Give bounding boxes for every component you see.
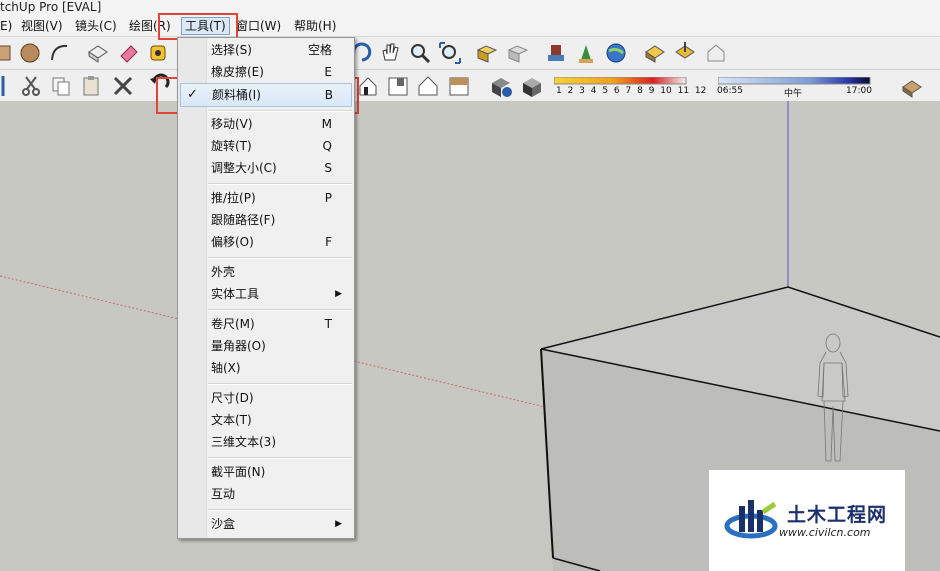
zoom-extents-icon[interactable]: [437, 40, 463, 66]
share-model-icon[interactable]: [505, 40, 531, 66]
submenu-arrow-icon: ▶: [335, 289, 342, 299]
zoom-icon[interactable]: [407, 40, 433, 66]
components-icon[interactable]: [543, 40, 569, 66]
menu-item-axes[interactable]: 轴(X): [208, 357, 352, 379]
menu-separator: [208, 309, 352, 311]
menu-item-push-pull[interactable]: 推/拉(P) P: [208, 187, 352, 209]
earth-icon[interactable]: [603, 40, 629, 66]
menu-item-scale[interactable]: 调整大小(C) S: [208, 157, 352, 179]
arc-tool-button[interactable]: [47, 40, 73, 66]
title-bar: tchUp Pro [EVAL]: [0, 0, 940, 16]
delete-icon[interactable]: [110, 73, 136, 99]
menu-separator: [208, 383, 352, 385]
watermark-logo: 土木工程网 www.civilcn.com: [709, 470, 905, 571]
menu-item-paint-bucket[interactable]: ✓ 颜料桶(I) B: [180, 83, 352, 107]
window-title: tchUp Pro [EVAL]: [0, 0, 102, 14]
menu-item-dimensions[interactable]: 尺寸(D): [208, 387, 352, 409]
menu-item-tape-measure[interactable]: 卷尺(M) T: [208, 313, 352, 335]
time-slider[interactable]: 06:55 中午 17:00: [717, 74, 874, 99]
checkmark-icon: ✓: [187, 87, 198, 102]
submenu-arrow-icon: ▶: [335, 519, 342, 529]
menu-separator: [208, 257, 352, 259]
make-component-button[interactable]: [85, 40, 111, 66]
eraser-icon[interactable]: [115, 40, 141, 66]
menu-item-interact[interactable]: 互动: [208, 483, 352, 505]
view-back-icon[interactable]: [415, 73, 441, 99]
copy-icon[interactable]: [48, 73, 74, 99]
tools-menu-highlight: [158, 13, 238, 40]
cut-icon[interactable]: [18, 73, 44, 99]
menu-item-rotate[interactable]: 旋转(T) Q: [208, 135, 352, 157]
menu-item-move[interactable]: 移动(V) M: [208, 113, 352, 135]
menu-item-protractor[interactable]: 量角器(O): [208, 335, 352, 357]
menu-window[interactable]: 窗口(W): [236, 18, 281, 34]
get-models-icon[interactable]: [474, 40, 500, 66]
menu-item-select[interactable]: 选择(S) 空格: [208, 39, 352, 61]
menu-icon-strip: [178, 38, 207, 538]
menu-help[interactable]: 帮助(H): [294, 18, 336, 34]
menu-item-outer-shell[interactable]: 外壳: [208, 261, 352, 283]
menu-item-eraser[interactable]: 橡皮擦(E) E: [208, 61, 352, 83]
circle-tool-button[interactable]: [17, 40, 43, 66]
tape-measure-icon[interactable]: [146, 40, 172, 66]
menu-separator: [208, 183, 352, 185]
display-shadows-icon[interactable]: [519, 73, 545, 99]
menu-separator: [208, 110, 352, 112]
toolbar-main: [0, 37, 940, 70]
paste-icon[interactable]: [78, 73, 104, 99]
view-right-icon[interactable]: [385, 73, 411, 99]
menu-item-section-plane[interactable]: 截平面(N): [208, 461, 352, 483]
time-start-label: 06:55: [717, 86, 743, 96]
watermark-title: 土木工程网: [787, 504, 888, 526]
menu-separator: [208, 509, 352, 511]
menu-bar: E) 视图(V) 镜头(C) 绘图(R) 工具(T) 窗口(W) 帮助(H): [0, 16, 940, 37]
rectangle-tool-button[interactable]: [0, 40, 18, 66]
menu-item-follow-me[interactable]: 跟随路径(F): [208, 209, 352, 231]
month-slider[interactable]: 1 2 3 4 5 6 7 8 9 10 11 12: [554, 74, 706, 98]
axis-icon[interactable]: [0, 73, 16, 99]
toolbar-secondary: 1 2 3 4 5 6 7 8 9 10 11 12 06:55 中午 17:0…: [0, 70, 940, 102]
menu-separator: [208, 457, 352, 459]
menu-view[interactable]: 视图(V): [21, 18, 63, 34]
warehouse-get-icon[interactable]: [642, 40, 668, 66]
time-end-label: 17:00: [846, 86, 872, 96]
menu-item-3d-text[interactable]: 三维文本(3): [208, 431, 352, 453]
menu-item-offset[interactable]: 偏移(O) F: [208, 231, 352, 253]
warehouse-share-icon[interactable]: [672, 40, 698, 66]
menu-item-solid-tools[interactable]: 实体工具 ▶: [208, 283, 352, 305]
extension-warehouse-icon[interactable]: [703, 40, 729, 66]
pan-hand-icon[interactable]: [377, 40, 403, 66]
menu-item-text[interactable]: 文本(T): [208, 409, 352, 431]
view-left-icon[interactable]: [446, 73, 472, 99]
watermark-url: www.civilcn.com: [779, 526, 871, 539]
place-model-icon[interactable]: [573, 40, 599, 66]
time-mid-label: 中午: [784, 89, 803, 99]
shadow-settings-icon[interactable]: [488, 73, 514, 99]
menu-camera[interactable]: 镜头(C): [75, 18, 117, 34]
watermark-emblem-icon: [724, 500, 778, 539]
sandbox-icon[interactable]: [899, 73, 925, 99]
tools-dropdown-menu: 选择(S) 空格 橡皮擦(E) E ✓ 颜料桶(I) B 移动(V) M 旋转(…: [177, 37, 355, 539]
menu-edit[interactable]: E): [0, 18, 12, 34]
month-ticks: 1 2 3 4 5 6 7 8 9 10 11 12: [556, 86, 707, 96]
menu-item-sandbox[interactable]: 沙盒 ▶: [208, 513, 352, 535]
